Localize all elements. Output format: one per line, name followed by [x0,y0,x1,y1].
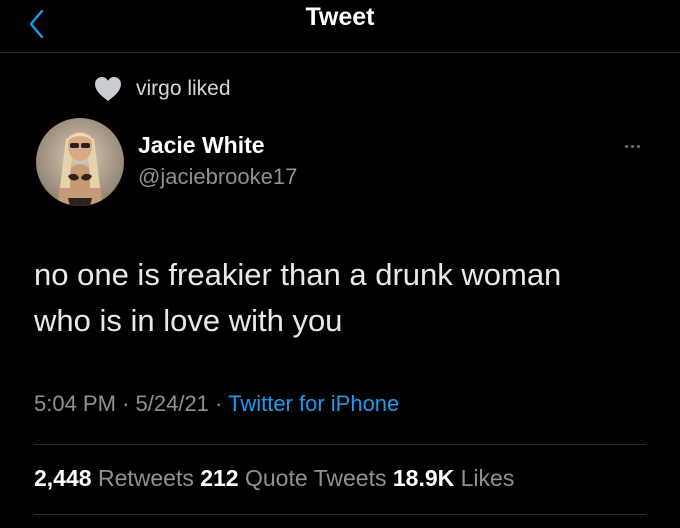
avatar[interactable] [36,118,124,206]
likes-count: 18.9K [392,465,455,491]
profile-photo [36,118,124,206]
quote-tweets-count: 212 [200,465,239,491]
retweets-stat[interactable]: 2,448 Retweets [34,465,194,491]
heart-icon [95,77,121,101]
more-dot-icon [624,144,628,148]
likes-label: Likes [460,465,515,491]
social-context: virgo liked [94,75,231,103]
tweet-text-line: no one is freakier than a drunk woman [34,257,562,292]
author-display-name[interactable]: Jacie White [138,132,265,159]
tweet-date: 5/24/21 [135,391,209,416]
meta-separator: · [122,391,130,416]
tweet-time: 5:04 PM [34,391,116,416]
divider [34,444,646,445]
tweet-text-line: who is in love with you [34,303,343,338]
more-dot-icon [630,144,634,148]
more-options-button[interactable] [612,136,652,156]
tweet-source-link[interactable]: Twitter for iPhone [228,391,399,416]
tweet-stats: 2,448 Retweets 212 Quote Tweets 18.9K Li… [34,465,514,492]
page-title: Tweet [305,3,375,31]
tweet-text: no one is freakier than a drunk woman wh… [34,252,664,344]
author-handle[interactable]: @jaciebrooke17 [138,164,297,190]
likes-stat[interactable]: 18.9K Likes [393,465,514,491]
meta-separator: · [215,391,223,416]
quote-tweets-stat[interactable]: 212 Quote Tweets [200,465,386,491]
retweets-label: Retweets [97,465,194,491]
tweet-metadata: 5:04 PM · 5/24/21 · Twitter for iPhone [34,391,399,417]
retweets-count: 2,448 [34,465,92,491]
social-context-text: virgo liked [136,77,231,100]
more-dot-icon [636,144,640,148]
quote-tweets-label: Quote Tweets [244,465,387,491]
divider [34,514,646,515]
top-nav-bar: Tweet [0,0,680,53]
